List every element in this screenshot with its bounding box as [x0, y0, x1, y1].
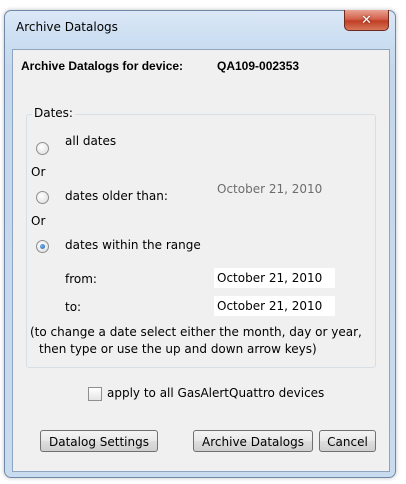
- older-than-date: October 21, 2010: [217, 182, 323, 196]
- dialog-body: Archive Datalogs for device: QA109-00235…: [12, 49, 390, 472]
- title-bar[interactable]: Archive Datalogs ✕: [5, 10, 395, 41]
- dates-group-label: Dates:: [32, 106, 75, 120]
- radio-dates-older-than-label[interactable]: dates older than:: [65, 189, 168, 203]
- window-title: Archive Datalogs: [16, 20, 118, 34]
- apply-all-checkbox[interactable]: [88, 387, 102, 401]
- or-separator: Or: [31, 165, 46, 179]
- from-date-field[interactable]: October 21, 2010: [214, 268, 335, 288]
- radio-dates-within-range[interactable]: [36, 240, 49, 253]
- to-label: to:: [65, 300, 82, 314]
- radio-dates-within-range-label[interactable]: dates within the range: [65, 238, 201, 252]
- device-id: QA109-002353: [217, 59, 300, 73]
- from-label: from:: [65, 272, 97, 286]
- cancel-button[interactable]: Cancel: [319, 430, 376, 452]
- help-text-line2: then type or use the up and down arrow k…: [39, 342, 317, 356]
- close-button[interactable]: ✕: [344, 10, 389, 31]
- device-header-label: Archive Datalogs for device:: [21, 59, 184, 73]
- datalog-settings-button[interactable]: Datalog Settings: [40, 430, 158, 452]
- apply-all-label[interactable]: apply to all GasAlertQuattro devices: [107, 386, 324, 400]
- archive-datalogs-button[interactable]: Archive Datalogs: [193, 430, 313, 452]
- radio-dates-older-than[interactable]: [36, 191, 49, 204]
- close-icon: ✕: [361, 12, 372, 28]
- device-header: Archive Datalogs for device: QA109-00235…: [21, 59, 299, 73]
- radio-all-dates-label[interactable]: all dates: [65, 134, 116, 148]
- archive-datalogs-dialog: Archive Datalogs ✕ Archive Datalogs for …: [4, 10, 396, 478]
- radio-all-dates[interactable]: [36, 142, 49, 155]
- to-date-field[interactable]: October 21, 2010: [214, 296, 335, 316]
- help-text-line1: (to change a date select either the mont…: [30, 325, 362, 339]
- or-separator: Or: [31, 214, 46, 228]
